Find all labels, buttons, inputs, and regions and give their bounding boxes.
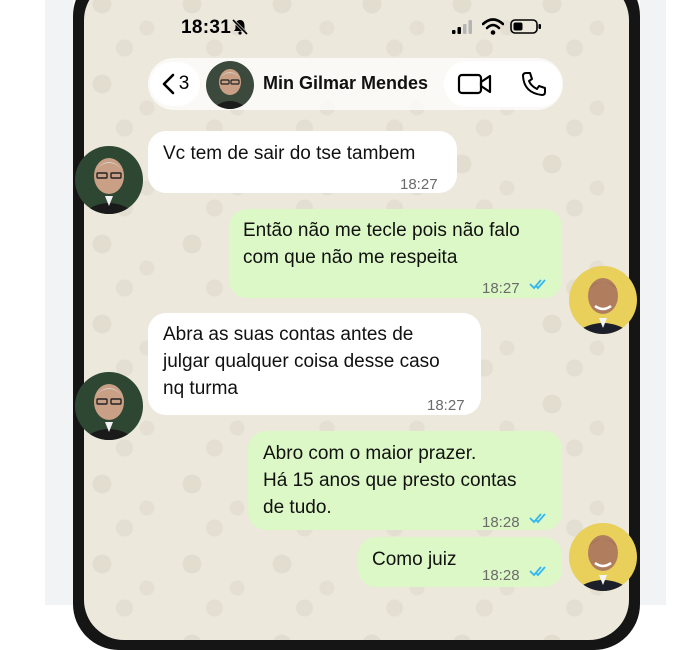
message-text: Então não me tecle pois não falo com que… [243, 220, 520, 268]
status-time: 18:31 [181, 17, 232, 38]
signal-icon [452, 20, 472, 34]
message-text: Abro com o maior prazer. Há 15 anos que … [263, 443, 517, 518]
message-time: 18:28 [482, 567, 520, 584]
message-time: 18:28 [482, 514, 520, 531]
right-margin [640, 0, 666, 605]
wifi-icon [482, 18, 504, 35]
message-text: Como juiz [372, 549, 457, 570]
sender-avatar[interactable] [75, 372, 143, 440]
message-bubble-outgoing[interactable]: Como juiz 18:28 [358, 537, 562, 587]
message-time: 18:27 [427, 397, 465, 414]
message-text: Abra as suas contas antes de julgar qual… [163, 324, 440, 399]
message-bubble-incoming[interactable]: Vc tem de sair do tse tambem 18:27 [148, 131, 457, 193]
message-time: 18:27 [482, 280, 520, 297]
contact-avatar[interactable] [206, 61, 254, 109]
message-bubble-incoming[interactable]: Abra as suas contas antes de julgar qual… [148, 313, 481, 415]
battery-icon [510, 19, 541, 34]
message-bubble-outgoing[interactable]: Abro com o maior prazer. Há 15 anos que … [248, 431, 562, 531]
message-bubble-outgoing[interactable]: Então não me tecle pois não falo com que… [229, 209, 562, 298]
video-call-icon[interactable] [457, 72, 493, 96]
double-check-icon [529, 513, 546, 524]
chevron-left-icon [162, 73, 175, 95]
user-avatar[interactable] [569, 523, 637, 591]
unread-count: 3 [178, 73, 190, 94]
double-check-icon [529, 279, 546, 290]
back-button[interactable]: 3 [150, 62, 200, 106]
left-margin [45, 0, 73, 605]
sender-avatar[interactable] [75, 146, 143, 214]
contact-name[interactable]: Min Gilmar Mendes [263, 73, 428, 94]
bell-muted-icon [231, 18, 249, 36]
double-check-icon [529, 566, 546, 577]
message-text: Vc tem de sair do tse tambem [163, 143, 416, 164]
phone-call-icon[interactable] [520, 70, 548, 98]
user-avatar[interactable] [569, 266, 637, 334]
message-time: 18:27 [400, 176, 438, 193]
